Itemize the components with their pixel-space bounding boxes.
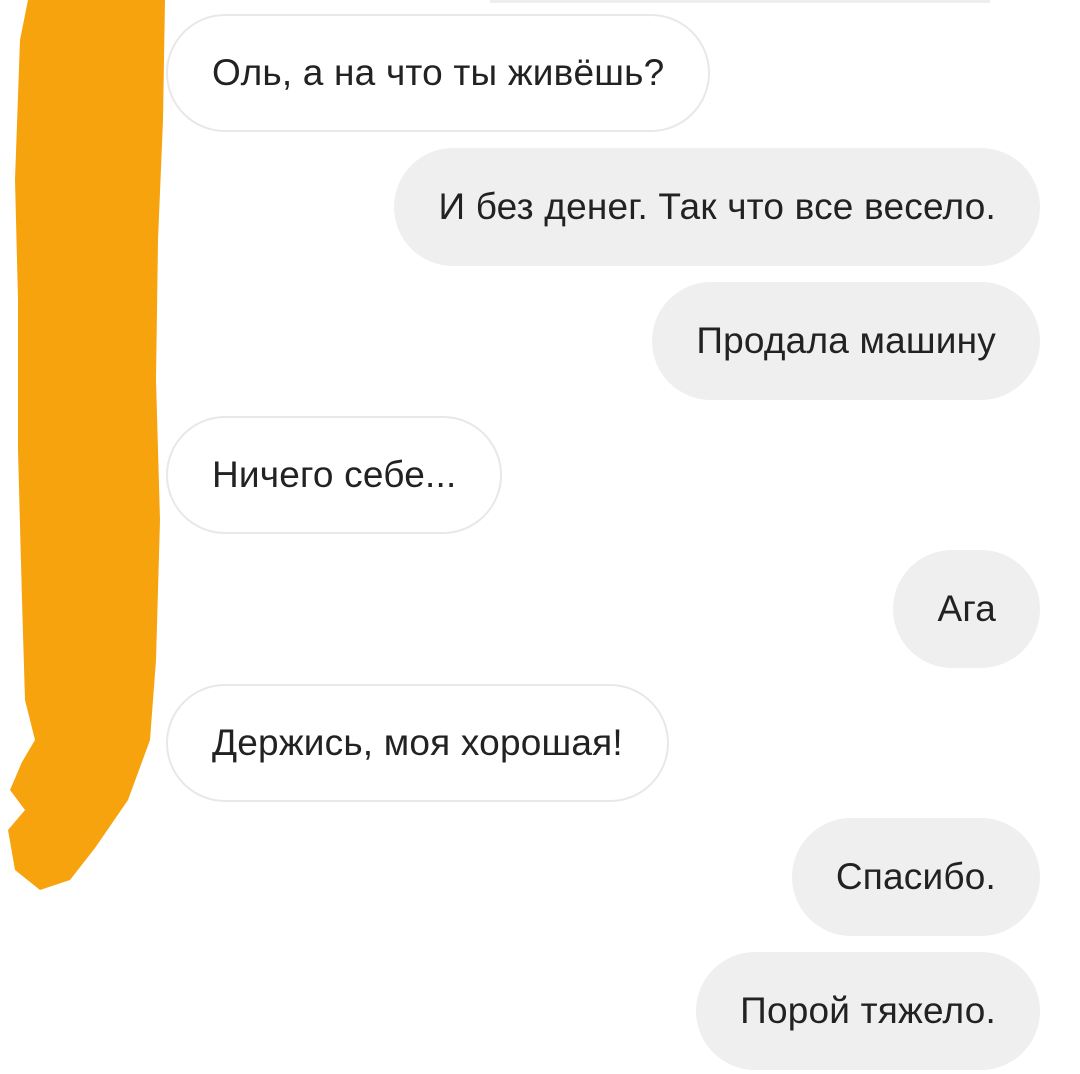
message-text: Спасибо.: [835, 856, 996, 897]
previous-message-edge: [490, 0, 990, 3]
message-text: Держись, моя хорошая!: [212, 722, 623, 763]
message-bubble-outgoing: И без денег. Так что все весело.: [394, 148, 1040, 266]
message-text: Продала машину: [696, 320, 996, 361]
message-bubble-incoming: Оль, а на что ты живёшь?: [166, 14, 711, 132]
message-bubble-incoming: Ничего себе...: [166, 416, 503, 534]
message-bubble-outgoing: Ага: [893, 550, 1040, 668]
message-text: И без денег. Так что все весело.: [438, 186, 996, 227]
message-text: Порой тяжело.: [740, 990, 996, 1031]
message-bubble-outgoing: Порой тяжело.: [696, 952, 1040, 1070]
message-text: Оль, а на что ты живёшь?: [212, 52, 665, 93]
message-text: Ага: [937, 588, 996, 629]
message-text: Ничего себе...: [212, 454, 457, 495]
message-bubble-incoming: Держись, моя хорошая!: [166, 684, 669, 802]
message-bubble-outgoing: Продала машину: [652, 282, 1040, 400]
message-bubble-outgoing: Спасибо.: [791, 818, 1040, 936]
